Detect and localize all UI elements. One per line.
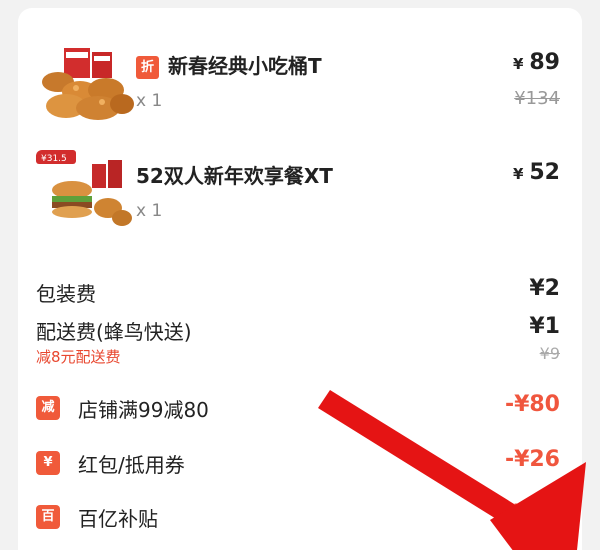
packaging-fee-value: ¥2 (529, 276, 560, 301)
item-name: 52双人新年欢享餐XT (136, 164, 333, 188)
reduction-icon: 减 (36, 396, 60, 420)
coupon-icon: ¥ (36, 451, 60, 475)
promotion-value: -¥30 (504, 501, 560, 526)
subsidy-icon: 百 (36, 505, 60, 529)
promotion-value: -¥80 (504, 392, 560, 417)
promotion-label: 店铺满99减80 (78, 398, 209, 422)
discount-tag-icon: 折 (136, 56, 159, 79)
combo-meal-thumbnail: ¥31.5 (36, 150, 136, 232)
thumb-price-badge: ¥31.5 (41, 154, 67, 164)
item-quantity: x 1 (136, 201, 163, 221)
promotion-label: 百亿补贴 (78, 507, 158, 531)
delivery-fee-discount-note: 减8元配送费 (36, 348, 121, 366)
promotion-value: -¥26 (504, 447, 560, 472)
snack-bucket-thumbnail (36, 42, 136, 124)
item-price: ¥89 (512, 50, 560, 75)
packaging-fee-label: 包装费 (36, 282, 96, 306)
item-original-price: ¥134 (514, 88, 560, 109)
promotion-label: 红包/抵用券 (78, 453, 185, 477)
item-quantity: x 1 (136, 91, 163, 111)
order-summary-card: 折新春经典小吃桶T x 1 ¥89 ¥134 ¥31.5 52双人新年欢享餐XT (18, 8, 582, 550)
delivery-fee-original: ¥9 (539, 344, 560, 363)
delivery-fee-label: 配送费(蜂鸟快送) (36, 320, 192, 344)
delivery-fee-value: ¥1 (529, 314, 560, 339)
item-price: ¥52 (512, 160, 560, 185)
item-name: 折新春经典小吃桶T (136, 50, 322, 79)
